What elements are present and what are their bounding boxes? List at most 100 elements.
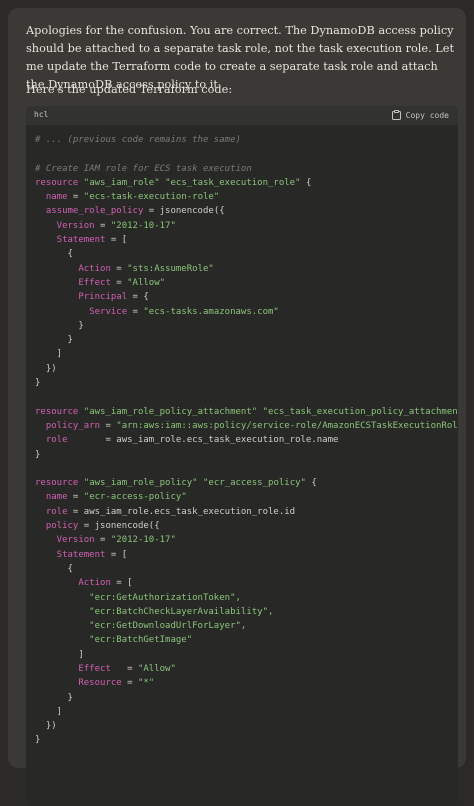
code-line: resource "aws_iam_role" "ecs_task_execut…	[35, 176, 458, 190]
code-token: Action	[35, 578, 111, 589]
code-token: role	[35, 435, 68, 446]
code-line: }	[35, 448, 458, 462]
code-line: })	[35, 362, 458, 376]
code-token: =	[121, 678, 138, 689]
code-line: role = aws_iam_role.ecs_task_execution_r…	[35, 505, 458, 519]
code-token: }	[35, 692, 73, 703]
code-line: Resource = "*"	[35, 676, 458, 690]
code-line: "ecr:GetDownloadUrlForLayer",	[35, 619, 458, 633]
code-token: Version	[35, 220, 95, 231]
code-token: "Allow"	[137, 663, 176, 674]
code-token: "Allow"	[127, 277, 166, 288]
code-block-header: hcl Copy code	[26, 106, 458, 125]
code-token: "ecs_task_execution_role"	[165, 177, 301, 188]
code-token: }	[35, 335, 73, 346]
code-body: # ... (previous code remains the same) # …	[35, 133, 458, 748]
code-token: "ecr-access-policy"	[83, 492, 187, 503]
code-token: policy	[35, 521, 79, 532]
code-line: ]	[35, 648, 458, 662]
code-token: assume_role_policy	[35, 206, 144, 217]
code-token: = [	[110, 578, 133, 589]
code-token: name	[35, 192, 68, 203]
code-token: "ecr:BatchCheckLayerAvailability",	[35, 606, 274, 617]
code-token: = [	[105, 549, 128, 560]
code-token: ]	[35, 706, 63, 717]
code-line: ]	[35, 705, 458, 719]
code-line: assume_role_policy = jsonencode({	[35, 204, 458, 218]
code-token: {	[35, 563, 73, 574]
code-token: =	[94, 220, 111, 231]
code-line: Principal = {	[35, 290, 458, 304]
code-line: Service = "ecs-tasks.amazonaws.com"	[35, 305, 458, 319]
clipboard-icon	[391, 110, 401, 120]
code-token: = jsonencode({	[143, 206, 225, 217]
code-token: "2012-10-17"	[110, 535, 176, 546]
code-token: "ecs_task_execution_policy_attachment"	[262, 406, 458, 417]
code-token: = aws_iam_role.ecs_task_execution_role.n…	[67, 435, 339, 446]
copy-code-button[interactable]: Copy code	[391, 110, 449, 120]
code-line: # Create IAM role for ECS task execution	[35, 162, 458, 176]
code-line: {	[35, 247, 458, 261]
code-token: "*"	[137, 678, 155, 689]
code-line: "ecr:BatchCheckLayerAvailability",	[35, 605, 458, 619]
code-line: name = "ecr-access-policy"	[35, 490, 458, 504]
code-token: Version	[35, 535, 95, 546]
code-token: resource	[35, 406, 84, 417]
code-line: Version = "2012-10-17"	[35, 533, 458, 547]
code-token: "aws_iam_role"	[83, 177, 160, 188]
code-line: policy_arn = "arn:aws:iam::aws:policy/se…	[35, 419, 458, 433]
code-token: "ecr_access_policy"	[203, 478, 306, 489]
code-line: }	[35, 691, 458, 705]
message-paragraph: Here's the updated Terraform code:	[26, 83, 233, 96]
code-token: = aws_iam_role.ecs_task_execution_role.i…	[67, 506, 296, 517]
code-token: resource	[35, 478, 84, 489]
code-token: = [	[105, 235, 128, 246]
code-line: # ... (previous code remains the same)	[35, 133, 458, 147]
code-token: = jsonencode({	[78, 521, 160, 532]
code-token: =	[110, 277, 128, 288]
code-token: "ecs-task-execution-role"	[83, 192, 220, 203]
code-line: policy = jsonencode({	[35, 519, 458, 533]
code-token: Resource	[35, 678, 122, 689]
code-line: {	[35, 562, 458, 576]
code-token: }	[35, 735, 41, 746]
code-token: ]	[35, 649, 84, 660]
code-token: }	[35, 449, 41, 460]
code-token: Effect	[35, 277, 111, 288]
code-language-label: hcl	[34, 110, 49, 119]
code-token: =	[67, 492, 84, 503]
code-token: =	[67, 192, 84, 203]
code-token: =	[100, 420, 117, 431]
code-token: # ... (previous code remains the same)	[35, 135, 241, 145]
code-token: Service	[35, 306, 128, 317]
code-line: Action = "sts:AssumeRole"	[35, 262, 458, 276]
code-line: Statement = [	[35, 548, 458, 562]
code-line: resource "aws_iam_role_policy_attachment…	[35, 405, 458, 419]
code-token: {	[35, 249, 73, 260]
code-token: "aws_iam_role_policy"	[83, 478, 198, 489]
code-token: ]	[35, 349, 63, 360]
code-line: Action = [	[35, 576, 458, 590]
code-token: "ecr:GetDownloadUrlForLayer",	[35, 621, 247, 632]
code-token: "aws_iam_role_policy_attachment"	[83, 406, 258, 417]
code-token: {	[300, 177, 312, 188]
code-line: name = "ecs-task-execution-role"	[35, 190, 458, 204]
code-token: "sts:AssumeRole"	[127, 263, 214, 274]
code-token: Statement	[35, 549, 106, 560]
code-token: {	[305, 478, 317, 489]
code-token: "ecr:BatchGetImage"	[35, 635, 193, 646]
code-token: Statement	[35, 235, 106, 246]
code-line: role = aws_iam_role.ecs_task_execution_r…	[35, 433, 458, 447]
assistant-message: Apologies for the confusion. You are cor…	[8, 8, 466, 806]
code-token: =	[110, 263, 128, 274]
code-token: =	[94, 535, 111, 546]
code-token: Principal	[35, 292, 128, 303]
code-line: Version = "2012-10-17"	[35, 219, 458, 233]
code-line: Effect = "Allow"	[35, 276, 458, 290]
code-token: =	[127, 306, 144, 317]
copy-code-label: Copy code	[405, 110, 449, 120]
code-block: hcl Copy code # ... (previous code remai…	[26, 106, 458, 806]
code-line: })	[35, 719, 458, 733]
